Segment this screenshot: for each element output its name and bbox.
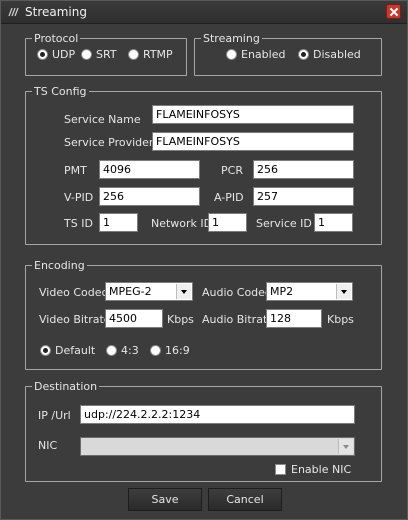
audio-codec-value: MP2 <box>270 285 294 298</box>
nic-select[interactable] <box>80 437 355 456</box>
pmt-input[interactable] <box>99 160 200 179</box>
chevron-down-icon[interactable] <box>336 284 351 299</box>
ip-url-input[interactable] <box>80 405 355 424</box>
aspect-4-3-label: 4:3 <box>121 344 139 357</box>
video-bitrate-unit: Kbps <box>167 313 194 326</box>
streaming-disabled-label: Disabled <box>313 48 361 61</box>
streaming-enabled-radio[interactable]: Enabled <box>226 48 285 61</box>
network-id-label: Network ID <box>151 217 213 230</box>
aspect-16-9-radio[interactable]: 16:9 <box>150 344 190 357</box>
protocol-rtmp-label: RTMP <box>143 48 173 61</box>
aspect-16-9-label: 16:9 <box>165 344 190 357</box>
network-id-input[interactable] <box>208 213 247 232</box>
protocol-srt-radio[interactable]: SRT <box>81 48 117 61</box>
ts-id-label: TS ID <box>64 217 93 230</box>
service-name-label: Service Name <box>64 113 141 126</box>
destination-legend: Destination <box>34 380 98 393</box>
ip-url-label: IP /Url <box>38 409 71 422</box>
nic-label: NIC <box>38 439 58 452</box>
service-name-input[interactable] <box>152 105 354 124</box>
radio-checked-icon <box>40 345 51 356</box>
protocol-legend: Protocol <box>34 32 79 45</box>
protocol-srt-label: SRT <box>96 48 117 61</box>
service-id-label: Service ID <box>256 217 312 230</box>
video-codec-label: Video Codec <box>39 286 108 299</box>
chevron-down-icon[interactable] <box>176 284 191 299</box>
window-title: Streaming <box>25 5 87 19</box>
radio-checked-icon <box>298 49 309 60</box>
audio-bitrate-label: Audio Bitrate <box>202 313 275 326</box>
ts-config-legend: TS Config <box>34 85 87 98</box>
video-codec-value: MPEG-2 <box>109 285 152 298</box>
video-bitrate-input[interactable] <box>105 309 163 328</box>
pcr-input[interactable] <box>253 160 354 179</box>
protocol-rtmp-radio[interactable]: RTMP <box>128 48 173 61</box>
audio-codec-label: Audio Codec <box>202 286 271 299</box>
radio-unchecked-icon <box>226 49 237 60</box>
audio-codec-select[interactable]: MP2 <box>266 282 353 301</box>
video-codec-select[interactable]: MPEG-2 <box>105 282 193 301</box>
vpid-label: V-PID <box>64 191 94 204</box>
protocol-udp-radio[interactable]: UDP <box>37 48 75 61</box>
close-icon[interactable] <box>386 4 401 19</box>
audio-bitrate-input[interactable] <box>266 309 322 328</box>
apid-label: A-PID <box>214 191 244 204</box>
radio-unchecked-icon <box>128 49 139 60</box>
pcr-label: PCR <box>221 164 243 177</box>
cancel-button[interactable]: Cancel <box>208 488 282 511</box>
encoding-legend: Encoding <box>34 259 85 272</box>
vpid-input[interactable] <box>99 187 200 206</box>
title-bar[interactable]: Streaming <box>1 1 407 24</box>
aspect-default-label: Default <box>55 344 96 357</box>
streaming-legend: Streaming <box>203 32 260 45</box>
app-icon <box>8 7 19 17</box>
video-bitrate-label: Video Bitrate <box>39 313 111 326</box>
service-id-input[interactable] <box>314 213 353 232</box>
enable-nic-checkbox[interactable]: Enable NIC <box>275 463 351 476</box>
ts-id-input[interactable] <box>99 213 138 232</box>
apid-input[interactable] <box>253 187 354 206</box>
service-provider-input[interactable] <box>152 132 354 151</box>
radio-unchecked-icon <box>81 49 92 60</box>
aspect-4-3-radio[interactable]: 4:3 <box>106 344 139 357</box>
enable-nic-label: Enable NIC <box>291 463 352 476</box>
checkbox-unchecked-icon[interactable] <box>275 464 286 475</box>
aspect-default-radio[interactable]: Default <box>40 344 95 357</box>
pmt-label: PMT <box>64 164 87 177</box>
streaming-enabled-label: Enabled <box>241 48 286 61</box>
chevron-down-icon[interactable] <box>338 439 353 454</box>
streaming-dialog: Streaming Protocol UDP SRT RTMP Streamin… <box>0 0 408 520</box>
streaming-disabled-radio[interactable]: Disabled <box>298 48 361 61</box>
radio-checked-icon <box>37 49 48 60</box>
save-button[interactable]: Save <box>128 488 202 511</box>
audio-bitrate-unit: Kbps <box>327 313 354 326</box>
radio-unchecked-icon <box>106 345 117 356</box>
protocol-udp-label: UDP <box>52 48 76 61</box>
radio-unchecked-icon <box>150 345 161 356</box>
service-provider-label: Service Provider <box>64 136 154 149</box>
